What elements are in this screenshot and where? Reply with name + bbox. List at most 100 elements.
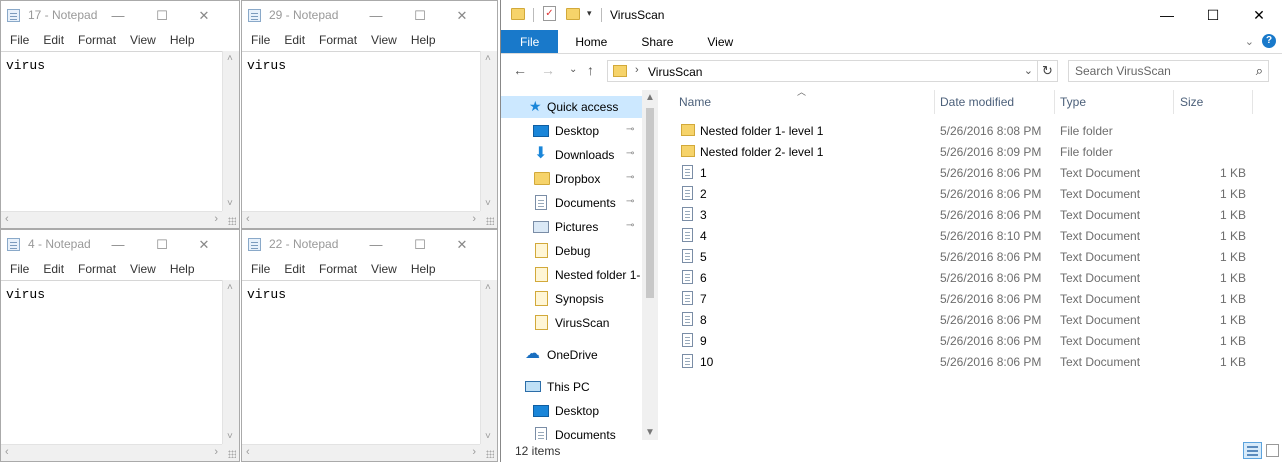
scroll-right-icon[interactable]: ›	[472, 213, 476, 225]
minimize-button[interactable]: —	[1144, 0, 1190, 30]
notepad-title-bar[interactable]: 22 - Notepad — ☐ ✕	[242, 230, 497, 259]
file-row[interactable]: 5 5/26/2016 8:06 PM Text Document 1 KB	[671, 246, 1253, 267]
horizontal-scrollbar[interactable]: ‹ ›	[1, 211, 222, 228]
file-row[interactable]: 6 5/26/2016 8:06 PM Text Document 1 KB	[671, 267, 1253, 288]
tab-share[interactable]: Share	[624, 30, 690, 53]
menu-format[interactable]: Format	[312, 30, 364, 50]
vertical-scrollbar[interactable]: ˄ ˅	[480, 51, 497, 211]
column-divider[interactable]	[1054, 90, 1055, 114]
close-button[interactable]: ✕	[439, 230, 485, 259]
minimize-button[interactable]: —	[95, 1, 141, 30]
menu-view[interactable]: View	[123, 259, 163, 279]
scroll-right-icon[interactable]: ›	[214, 446, 218, 458]
nav-item-synopsis[interactable]: Synopsis	[501, 288, 642, 310]
breadcrumb-separator-icon[interactable]: ›	[635, 64, 639, 76]
menu-file[interactable]: File	[3, 30, 36, 50]
scroll-up-icon[interactable]: ˄	[227, 53, 233, 64]
new-folder-icon[interactable]	[566, 8, 580, 20]
file-row[interactable]: 9 5/26/2016 8:06 PM Text Document 1 KB	[671, 330, 1253, 351]
file-row[interactable]: 8 5/26/2016 8:06 PM Text Document 1 KB	[671, 309, 1253, 330]
file-row[interactable]: 3 5/26/2016 8:06 PM Text Document 1 KB	[671, 204, 1253, 225]
nav-item-desktop[interactable]: Desktop ⊸	[501, 120, 642, 142]
notepad-window-17[interactable]: 17 - Notepad — ☐ ✕ File Edit Format View Hel…	[0, 0, 240, 229]
text-editor[interactable]: virus	[242, 280, 480, 444]
resize-grip[interactable]	[222, 444, 239, 461]
nav-item-documents[interactable]: Documents ⊸	[501, 192, 642, 214]
close-button[interactable]: ✕	[181, 230, 227, 259]
file-row[interactable]: 1 5/26/2016 8:06 PM Text Document 1 KB	[671, 162, 1253, 183]
vertical-scrollbar[interactable]: ˄ ˅	[480, 280, 497, 444]
column-type[interactable]: Type	[1060, 95, 1086, 109]
scroll-left-icon[interactable]: ‹	[5, 213, 9, 225]
menu-edit[interactable]: Edit	[36, 259, 71, 279]
nav-this-pc[interactable]: This PC	[501, 376, 642, 398]
scroll-thumb[interactable]	[646, 108, 654, 298]
scroll-down-icon[interactable]: ˅	[485, 431, 491, 442]
back-arrow-icon[interactable]: ←	[513, 62, 527, 78]
minimize-button[interactable]: —	[95, 230, 141, 259]
nav-pane-scrollbar[interactable]: ▲ ▼	[642, 90, 658, 440]
file-row[interactable]: Nested folder 1- level 1 5/26/2016 8:08 …	[671, 120, 1253, 141]
text-editor[interactable]: virus	[242, 51, 480, 211]
pin-icon[interactable]: ⊸	[626, 196, 634, 207]
column-divider[interactable]	[1173, 90, 1174, 114]
help-icon[interactable]: ?	[1262, 34, 1276, 48]
maximize-button[interactable]: ☐	[1190, 0, 1236, 30]
text-editor[interactable]: virus	[1, 51, 222, 211]
pin-icon[interactable]: ⊸	[626, 124, 634, 135]
scroll-left-icon[interactable]: ‹	[5, 446, 9, 458]
notepad-window-22[interactable]: 22 - Notepad — ☐ ✕ File Edit Format View Hel…	[241, 229, 498, 462]
horizontal-scrollbar[interactable]: ‹ ›	[242, 211, 480, 228]
scroll-right-icon[interactable]: ›	[214, 213, 218, 225]
nav-item-virusscan[interactable]: VirusScan	[501, 312, 642, 334]
customize-qat-icon[interactable]: ▾	[587, 8, 592, 19]
menu-format[interactable]: Format	[71, 30, 123, 50]
properties-icon[interactable]: ✓	[543, 6, 556, 21]
pin-icon[interactable]: ⊸	[626, 220, 634, 231]
close-button[interactable]: ✕	[1236, 0, 1282, 30]
close-button[interactable]: ✕	[439, 1, 485, 30]
nav-item-downloads[interactable]: ⬇ Downloads ⊸	[501, 144, 642, 166]
nav-item-dropbox[interactable]: Dropbox ⊸	[501, 168, 642, 190]
large-icons-view-icon[interactable]	[1266, 444, 1279, 457]
breadcrumb[interactable]: VirusScan	[648, 65, 702, 79]
nav-onedrive[interactable]: ☁ OneDrive	[501, 344, 642, 366]
refresh-icon[interactable]: ↻	[1037, 61, 1057, 81]
menu-help[interactable]: Help	[404, 259, 443, 279]
menu-view[interactable]: View	[364, 30, 404, 50]
file-row[interactable]: 4 5/26/2016 8:10 PM Text Document 1 KB	[671, 225, 1253, 246]
menu-help[interactable]: Help	[163, 259, 202, 279]
scroll-down-icon[interactable]: ˅	[227, 198, 233, 209]
file-row[interactable]: 10 5/26/2016 8:06 PM Text Document 1 KB	[671, 351, 1253, 372]
up-arrow-icon[interactable]: ↑	[587, 62, 594, 78]
resize-grip[interactable]	[480, 211, 497, 228]
menu-view[interactable]: View	[364, 259, 404, 279]
horizontal-scrollbar[interactable]: ‹ ›	[1, 444, 222, 461]
scroll-up-icon[interactable]: ˄	[227, 282, 233, 293]
pin-icon[interactable]: ⊸	[626, 148, 634, 159]
menu-file[interactable]: File	[244, 259, 277, 279]
search-icon[interactable]: ⌕	[1256, 63, 1263, 79]
file-row[interactable]: Nested folder 2- level 1 5/26/2016 8:09 …	[671, 141, 1253, 162]
column-date-modified[interactable]: Date modified	[940, 95, 1014, 109]
address-dropdown-icon[interactable]: ⌄	[1024, 64, 1033, 77]
text-editor[interactable]: virus	[1, 280, 222, 444]
menu-help[interactable]: Help	[163, 30, 202, 50]
maximize-button[interactable]: ☐	[139, 230, 185, 259]
file-row[interactable]: 7 5/26/2016 8:06 PM Text Document 1 KB	[671, 288, 1253, 309]
maximize-button[interactable]: ☐	[139, 1, 185, 30]
vertical-scrollbar[interactable]: ˄ ˅	[222, 51, 239, 211]
forward-arrow-icon[interactable]: →	[541, 62, 555, 78]
nav-pc-documents[interactable]: Documents	[501, 424, 642, 440]
scroll-right-icon[interactable]: ›	[472, 446, 476, 458]
minimize-button[interactable]: —	[353, 230, 399, 259]
vertical-scrollbar[interactable]: ˄ ˅	[222, 280, 239, 444]
scroll-down-icon[interactable]: ˅	[485, 198, 491, 209]
notepad-title-bar[interactable]: 17 - Notepad — ☐ ✕	[1, 1, 239, 30]
search-input[interactable]	[1069, 61, 1239, 81]
scroll-up-icon[interactable]: ˄	[485, 53, 491, 64]
search-box[interactable]: ⌕	[1068, 60, 1269, 82]
menu-help[interactable]: Help	[404, 30, 443, 50]
nav-item-nested-folder-1[interactable]: Nested folder 1-	[501, 264, 642, 286]
minimize-button[interactable]: —	[353, 1, 399, 30]
